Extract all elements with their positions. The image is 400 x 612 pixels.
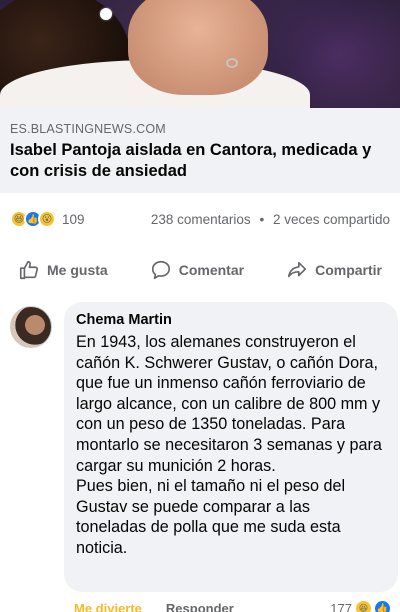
link-headline[interactable]: Isabel Pantoja aislada en Cantora, medic…	[10, 140, 390, 182]
article-image[interactable]	[0, 0, 400, 108]
comment-reaction-number: 177	[330, 600, 352, 612]
share-button-label: Compartir	[315, 262, 382, 278]
link-preview[interactable]: ES.BLASTINGNEWS.COM Isabel Pantoja aisla…	[0, 108, 400, 193]
post-stats: 😆 👍 😮 109 238 comentarios • 2 veces comp…	[0, 205, 400, 233]
share-arrow-icon	[288, 261, 307, 278]
reaction-count: 109	[62, 211, 85, 227]
pearl-earring	[100, 8, 112, 20]
comment-bubble: Chema Martin En 1943, los alemanes const…	[64, 302, 398, 592]
link-domain: ES.BLASTINGNEWS.COM	[10, 122, 166, 136]
comments-count-link[interactable]: 238 comentarios	[151, 212, 251, 227]
ring	[226, 58, 238, 68]
share-button[interactable]: Compartir	[286, 259, 382, 281]
reply-link[interactable]: Responder	[166, 601, 234, 612]
like-reaction-icon: 👍	[375, 600, 390, 612]
comment-button[interactable]: Comentar	[150, 259, 244, 281]
wow-reaction-icon: 😮	[38, 210, 56, 228]
hands-over-face	[128, 0, 268, 95]
reaction-summary[interactable]: 😆 👍 😮 109	[10, 210, 85, 228]
comment-author[interactable]: Chema Martin	[76, 312, 384, 328]
comment-footer: Me divierte Responder 177 😆 👍	[74, 598, 390, 612]
haha-reaction-icon: 😆	[356, 600, 371, 612]
engagement-summary: 238 comentarios • 2 veces compartido	[151, 212, 390, 227]
post-action-bar: Me gusta Comentar Compartir	[0, 248, 400, 292]
separator-dot: •	[259, 211, 265, 227]
comment-bubble-icon	[151, 260, 170, 280]
comment-text: En 1943, los alemanes construyeron el ca…	[76, 333, 382, 557]
like-button[interactable]: Me gusta	[18, 259, 108, 281]
comment-button-label: Comentar	[178, 262, 245, 278]
comment-reaction-count[interactable]: 177 😆 👍	[330, 600, 390, 612]
thumbs-up-icon	[19, 260, 39, 280]
comment-reaction-link[interactable]: Me divierte	[74, 601, 142, 612]
like-button-label: Me gusta	[47, 262, 108, 278]
shares-count-link[interactable]: 2 veces compartido	[273, 212, 390, 227]
commenter-avatar[interactable]	[10, 306, 52, 348]
